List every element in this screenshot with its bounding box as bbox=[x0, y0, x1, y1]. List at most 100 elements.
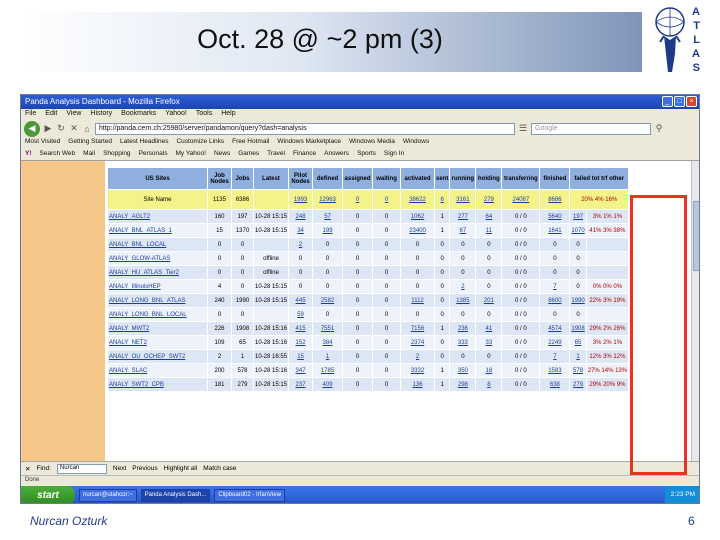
site-link[interactable]: ANALY_SWT2_CPB bbox=[107, 377, 208, 392]
find-close-icon[interactable]: ✕ bbox=[25, 465, 30, 473]
table-cell[interactable]: 4574 bbox=[539, 321, 571, 336]
yahoo-item[interactable]: Travel bbox=[267, 150, 285, 159]
bookmark-item[interactable]: Windows Media bbox=[349, 138, 395, 148]
site-link[interactable]: ANALY_LONG_BNL_LOCAL bbox=[107, 307, 208, 322]
yahoo-item[interactable]: Finance bbox=[293, 150, 316, 159]
table-cell[interactable]: 33 bbox=[475, 335, 503, 350]
scroll-thumb[interactable] bbox=[693, 201, 699, 271]
column-header[interactable]: running bbox=[449, 167, 477, 190]
table-cell[interactable]: 1070 bbox=[569, 223, 587, 238]
yahoo-item[interactable]: Mail bbox=[83, 150, 95, 159]
table-cell[interactable]: 1641 bbox=[539, 223, 571, 238]
table-cell[interactable]: 2 bbox=[400, 349, 436, 364]
site-link[interactable]: ANALY_AGLT2 bbox=[107, 209, 208, 224]
menu-file[interactable]: File bbox=[25, 110, 36, 119]
table-cell[interactable]: 1062 bbox=[400, 209, 436, 224]
table-cell[interactable]: 2374 bbox=[400, 335, 436, 350]
table-cell[interactable]: 236 bbox=[449, 321, 477, 336]
forward-arrow-icon[interactable]: ▶ bbox=[43, 123, 53, 134]
table-cell[interactable]: 298 bbox=[449, 377, 477, 392]
bookmark-item[interactable]: Latest Headlines bbox=[120, 138, 168, 148]
table-cell[interactable]: 7551 bbox=[312, 321, 344, 336]
vertical-scrollbar[interactable] bbox=[691, 161, 699, 461]
table-cell[interactable]: 248 bbox=[288, 209, 314, 224]
table-cell[interactable]: 350 bbox=[449, 363, 477, 378]
table-cell[interactable]: 64 bbox=[475, 209, 503, 224]
table-cell[interactable]: 1385 bbox=[449, 293, 477, 308]
yahoo-item[interactable]: Search Web bbox=[40, 150, 76, 159]
table-cell[interactable]: 2 bbox=[288, 237, 314, 252]
find-next-button[interactable]: Next bbox=[113, 465, 126, 472]
table-cell[interactable]: 65 bbox=[569, 335, 587, 350]
table-cell[interactable]: 1990 bbox=[569, 293, 587, 308]
column-header[interactable]: holding bbox=[475, 167, 503, 190]
table-cell[interactable]: 1583 bbox=[539, 363, 571, 378]
table-cell[interactable]: 279 bbox=[569, 377, 587, 392]
table-cell[interactable]: 11 bbox=[475, 223, 503, 238]
url-input[interactable]: http://panda.cern.ch:25980/server/pandam… bbox=[95, 122, 515, 135]
search-icon[interactable]: ⚲ bbox=[654, 123, 664, 134]
table-cell[interactable]: 7156 bbox=[400, 321, 436, 336]
bookmark-item[interactable]: Getting Started bbox=[68, 138, 112, 148]
site-link[interactable]: ANALY_LONG_BNL_ATLAS bbox=[107, 293, 208, 308]
bookmark-item[interactable]: Windows Marketplace bbox=[277, 138, 341, 148]
stop-icon[interactable]: ✕ bbox=[69, 123, 79, 134]
column-header[interactable]: transferring bbox=[501, 167, 541, 190]
table-cell[interactable]: 578 bbox=[569, 363, 587, 378]
minimize-icon[interactable]: _ bbox=[662, 96, 673, 107]
column-header[interactable]: waiting bbox=[372, 167, 402, 190]
site-link[interactable]: ANALY_GLOW-ATLAS bbox=[107, 251, 208, 266]
yahoo-item[interactable]: My Yahoo! bbox=[175, 150, 205, 159]
yahoo-item[interactable]: Sports bbox=[357, 150, 376, 159]
table-cell[interactable]: 445 bbox=[288, 293, 314, 308]
bookmark-item[interactable]: Most Visited bbox=[25, 138, 60, 148]
table-cell[interactable]: 3332 bbox=[400, 363, 436, 378]
table-cell[interactable]: 1112 bbox=[400, 293, 436, 308]
table-cell[interactable]: 18 bbox=[475, 363, 503, 378]
column-header[interactable]: Jobs bbox=[231, 167, 254, 190]
site-link[interactable]: ANALY_OU_OCHEP_SWT2 bbox=[107, 349, 208, 364]
table-cell[interactable]: 136 bbox=[400, 377, 436, 392]
table-cell[interactable]: 199 bbox=[312, 223, 344, 238]
table-cell[interactable]: 415 bbox=[288, 321, 314, 336]
menu-bookmarks[interactable]: Bookmarks bbox=[121, 110, 156, 119]
bookmark-item[interactable]: Windows bbox=[403, 138, 429, 148]
table-cell[interactable]: 34 bbox=[288, 223, 314, 238]
find-input[interactable]: Nurcan bbox=[56, 463, 107, 474]
table-cell[interactable]: 277 bbox=[449, 209, 477, 224]
site-link[interactable]: ANALY_NET2 bbox=[107, 335, 208, 350]
table-cell[interactable]: 197 bbox=[569, 209, 587, 224]
table-cell[interactable]: 1908 bbox=[569, 321, 587, 336]
table-cell[interactable]: 1785 bbox=[312, 363, 344, 378]
menu-help[interactable]: Help bbox=[221, 110, 235, 119]
table-cell[interactable]: 409 bbox=[312, 377, 344, 392]
column-header[interactable]: finished bbox=[539, 167, 571, 190]
bookmark-item[interactable]: Customize Links bbox=[176, 138, 224, 148]
table-cell[interactable]: 59 bbox=[288, 307, 314, 322]
table-cell[interactable]: 347 bbox=[288, 363, 314, 378]
taskbar-item[interactable]: nurcan@utahcor:~ bbox=[79, 489, 137, 502]
back-arrow-icon[interactable]: ◀ bbox=[24, 120, 40, 137]
column-header[interactable]: activated bbox=[400, 167, 436, 190]
table-cell[interactable]: 7 bbox=[539, 349, 571, 364]
table-cell[interactable]: 237 bbox=[288, 377, 314, 392]
table-cell[interactable]: 638 bbox=[539, 377, 571, 392]
start-button[interactable]: start bbox=[21, 486, 75, 503]
table-cell[interactable]: 7 bbox=[539, 279, 571, 294]
close-icon[interactable]: × bbox=[686, 96, 697, 107]
table-cell[interactable]: 384 bbox=[312, 335, 344, 350]
maximize-icon[interactable]: □ bbox=[674, 96, 685, 107]
menu-yahoo[interactable]: Yahoo! bbox=[165, 110, 187, 119]
menu-tools[interactable]: Tools bbox=[196, 110, 212, 119]
table-cell[interactable]: 1 bbox=[312, 349, 344, 364]
table-cell[interactable]: 41 bbox=[475, 321, 503, 336]
table-cell[interactable]: 57 bbox=[312, 209, 344, 224]
taskbar-item[interactable]: Clipboard02 - IrfanView bbox=[214, 489, 285, 502]
table-cell[interactable]: 8 bbox=[475, 377, 503, 392]
table-cell[interactable]: 152 bbox=[288, 335, 314, 350]
column-header[interactable]: assigned bbox=[342, 167, 374, 190]
yahoo-item[interactable]: Answers bbox=[324, 150, 349, 159]
home-icon[interactable]: ⌂ bbox=[82, 124, 92, 134]
site-link[interactable]: ANALY_SLAC bbox=[107, 363, 208, 378]
highlight-all-button[interactable]: Highlight all bbox=[164, 465, 198, 472]
